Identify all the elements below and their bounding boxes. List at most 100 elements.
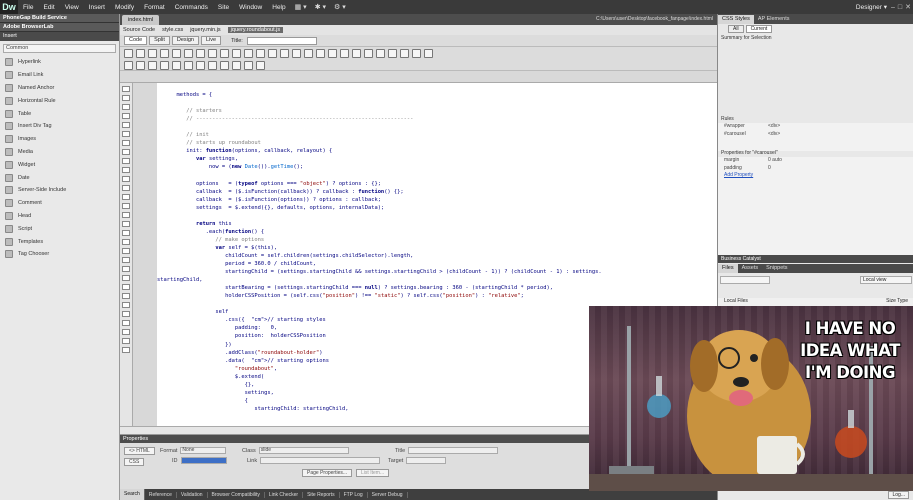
toolbar-tool-icon[interactable] — [172, 60, 181, 70]
toolbar-tool-icon[interactable] — [352, 48, 361, 58]
results-tab-reference[interactable]: Reference — [145, 491, 177, 498]
related-file-0[interactable]: Source Code — [123, 27, 155, 33]
code-text[interactable]: options = (typeof options === "object") … — [157, 180, 381, 188]
results-tab-search[interactable]: Search — [120, 489, 145, 500]
toolbar-tool-icon[interactable] — [124, 60, 133, 70]
view-code-button[interactable]: Code — [124, 36, 148, 45]
code-text[interactable]: // starters — [157, 107, 222, 115]
add-property-link[interactable]: Add Property — [718, 172, 766, 180]
code-text[interactable]: methods = { — [157, 91, 212, 99]
coding-tool-icon[interactable] — [122, 329, 130, 335]
tab-index-html[interactable]: index.html — [122, 15, 160, 25]
toolbar-tool-icon[interactable] — [148, 48, 157, 58]
browserlab-panel[interactable]: Adobe BrowserLab — [0, 23, 119, 32]
code-text[interactable]: startingChild: startingChild, — [157, 405, 348, 413]
all-button[interactable]: All — [728, 25, 744, 33]
code-line[interactable]: 118 // starters — [157, 107, 717, 115]
code-text[interactable]: settings, — [157, 389, 274, 397]
toolbar-tool-icon[interactable] — [292, 48, 301, 58]
insert-item-email-link[interactable]: Email Link — [0, 69, 119, 82]
menu-view[interactable]: View — [60, 4, 84, 11]
code-line[interactable]: 127 options = (typeof options === "objec… — [157, 180, 717, 188]
code-text[interactable]: var self = $(this), — [157, 244, 277, 252]
code-text[interactable]: callback = ($.isFunction(callback)) ? ca… — [157, 188, 404, 196]
code-line[interactable]: 133 .each(function() { — [157, 228, 717, 236]
insert-category-select[interactable]: Common — [3, 44, 116, 53]
code-text[interactable]: now = (new Date()).getTime(); — [157, 163, 303, 171]
toolbar-tool-icon[interactable] — [280, 48, 289, 58]
code-text[interactable]: callback = ($.isFunction(options)) ? opt… — [157, 196, 381, 204]
related-file-3[interactable]: jquery.roundabout.js — [227, 27, 284, 33]
toolbar-tool-icon[interactable] — [136, 60, 145, 70]
toolbar-tool-icon[interactable] — [196, 48, 205, 58]
menu-window[interactable]: Window — [234, 4, 267, 11]
layout-icon[interactable]: ▦ ▾ — [291, 3, 311, 11]
insert-item-date[interactable]: Date — [0, 171, 119, 184]
css-property-row[interactable]: padding 0 — [718, 165, 913, 173]
code-line[interactable]: 120 — [157, 123, 717, 131]
coding-tool-icon[interactable] — [122, 185, 130, 191]
coding-tool-icon[interactable] — [122, 338, 130, 344]
coding-tool-icon[interactable] — [122, 230, 130, 236]
toolbar-tool-icon[interactable] — [388, 48, 397, 58]
code-text[interactable]: childCount = self.children(settings.chil… — [157, 252, 413, 260]
business-catalyst-panel[interactable]: Business Catalyst — [718, 255, 913, 263]
insert-item-media[interactable]: Media — [0, 146, 119, 159]
minimize-icon[interactable]: – — [891, 4, 895, 11]
code-line[interactable]: 115 — [157, 83, 717, 91]
coding-tool-icon[interactable] — [122, 203, 130, 209]
coding-tool-icon[interactable] — [122, 122, 130, 128]
toolbar-tool-icon[interactable] — [208, 60, 217, 70]
coding-tool-icon[interactable] — [122, 86, 130, 92]
toolbar-tool-icon[interactable] — [424, 48, 433, 58]
toolbar-tool-icon[interactable] — [304, 48, 313, 58]
insert-item-named-anchor[interactable]: Named Anchor — [0, 82, 119, 95]
extend-icon[interactable]: ✱ ▾ — [311, 3, 330, 11]
code-line[interactable]: 122 // starts up roundabout — [157, 139, 717, 147]
code-line[interactable]: 139 startBearing = (settings.startingChi… — [157, 284, 717, 292]
toolbar-tool-icon[interactable] — [148, 60, 157, 70]
code-line[interactable]: 117 — [157, 99, 717, 107]
title-input[interactable] — [246, 36, 317, 45]
html-mode-button[interactable]: <> HTML — [124, 447, 155, 455]
coding-tool-icon[interactable] — [122, 320, 130, 326]
code-text[interactable]: $.extend( — [157, 373, 264, 381]
code-text[interactable]: startBearing = (settings.startingChild =… — [157, 284, 553, 292]
code-text[interactable]: { — [157, 397, 248, 405]
code-line[interactable]: 126 — [157, 172, 717, 180]
code-text[interactable]: settings = $.extend({}, defaults, option… — [157, 204, 384, 212]
code-line[interactable]: 116 methods = { — [157, 91, 717, 99]
target-select[interactable] — [406, 457, 447, 464]
insert-item-hyperlink[interactable]: Hyperlink — [0, 56, 119, 69]
view-design-button[interactable]: Design — [171, 36, 199, 45]
coding-tool-icon[interactable] — [122, 257, 130, 263]
toolbar-tool-icon[interactable] — [232, 60, 241, 70]
toolbar-tool-icon[interactable] — [220, 48, 229, 58]
code-text[interactable]: self — [157, 308, 228, 316]
coding-tool-icon[interactable] — [122, 158, 130, 164]
rule-row[interactable]: #wrapper <div> — [718, 123, 913, 131]
code-text[interactable]: period = 360.0 / childCount, — [157, 260, 316, 268]
site-icon[interactable]: ⚙ ▾ — [330, 3, 350, 11]
menu-site[interactable]: Site — [213, 4, 234, 11]
code-text[interactable]: padding: 0, — [157, 324, 277, 332]
code-line[interactable]: 140 holderCSSPosition = (self.css("posit… — [157, 292, 717, 300]
results-tab-site-reports[interactable]: Site Reports — [303, 491, 340, 498]
coding-tool-icon[interactable] — [122, 239, 130, 245]
toolbar-tool-icon[interactable] — [256, 48, 265, 58]
files-tab-files[interactable]: Files — [718, 264, 738, 273]
code-text[interactable]: // init — [157, 131, 209, 139]
code-line[interactable]: 121 // init — [157, 131, 717, 139]
phonegap-panel[interactable]: PhoneGap Build Service — [0, 14, 119, 23]
code-line[interactable]: 136 childCount = self.children(settings.… — [157, 252, 717, 260]
id-select[interactable] — [180, 457, 227, 464]
menu-edit[interactable]: Edit — [38, 4, 59, 11]
insert-item-server-side-include[interactable]: Server-Side Include — [0, 184, 119, 197]
code-text[interactable]: holderCSSPosition = (self.css("position"… — [157, 292, 524, 300]
toolbar-tool-icon[interactable] — [316, 48, 325, 58]
code-line[interactable]: 132 return this — [157, 220, 717, 228]
toolbar-tool-icon[interactable] — [328, 48, 337, 58]
coding-tool-icon[interactable] — [122, 176, 130, 182]
toolbar-tool-icon[interactable] — [208, 48, 217, 58]
coding-tool-icon[interactable] — [122, 311, 130, 317]
